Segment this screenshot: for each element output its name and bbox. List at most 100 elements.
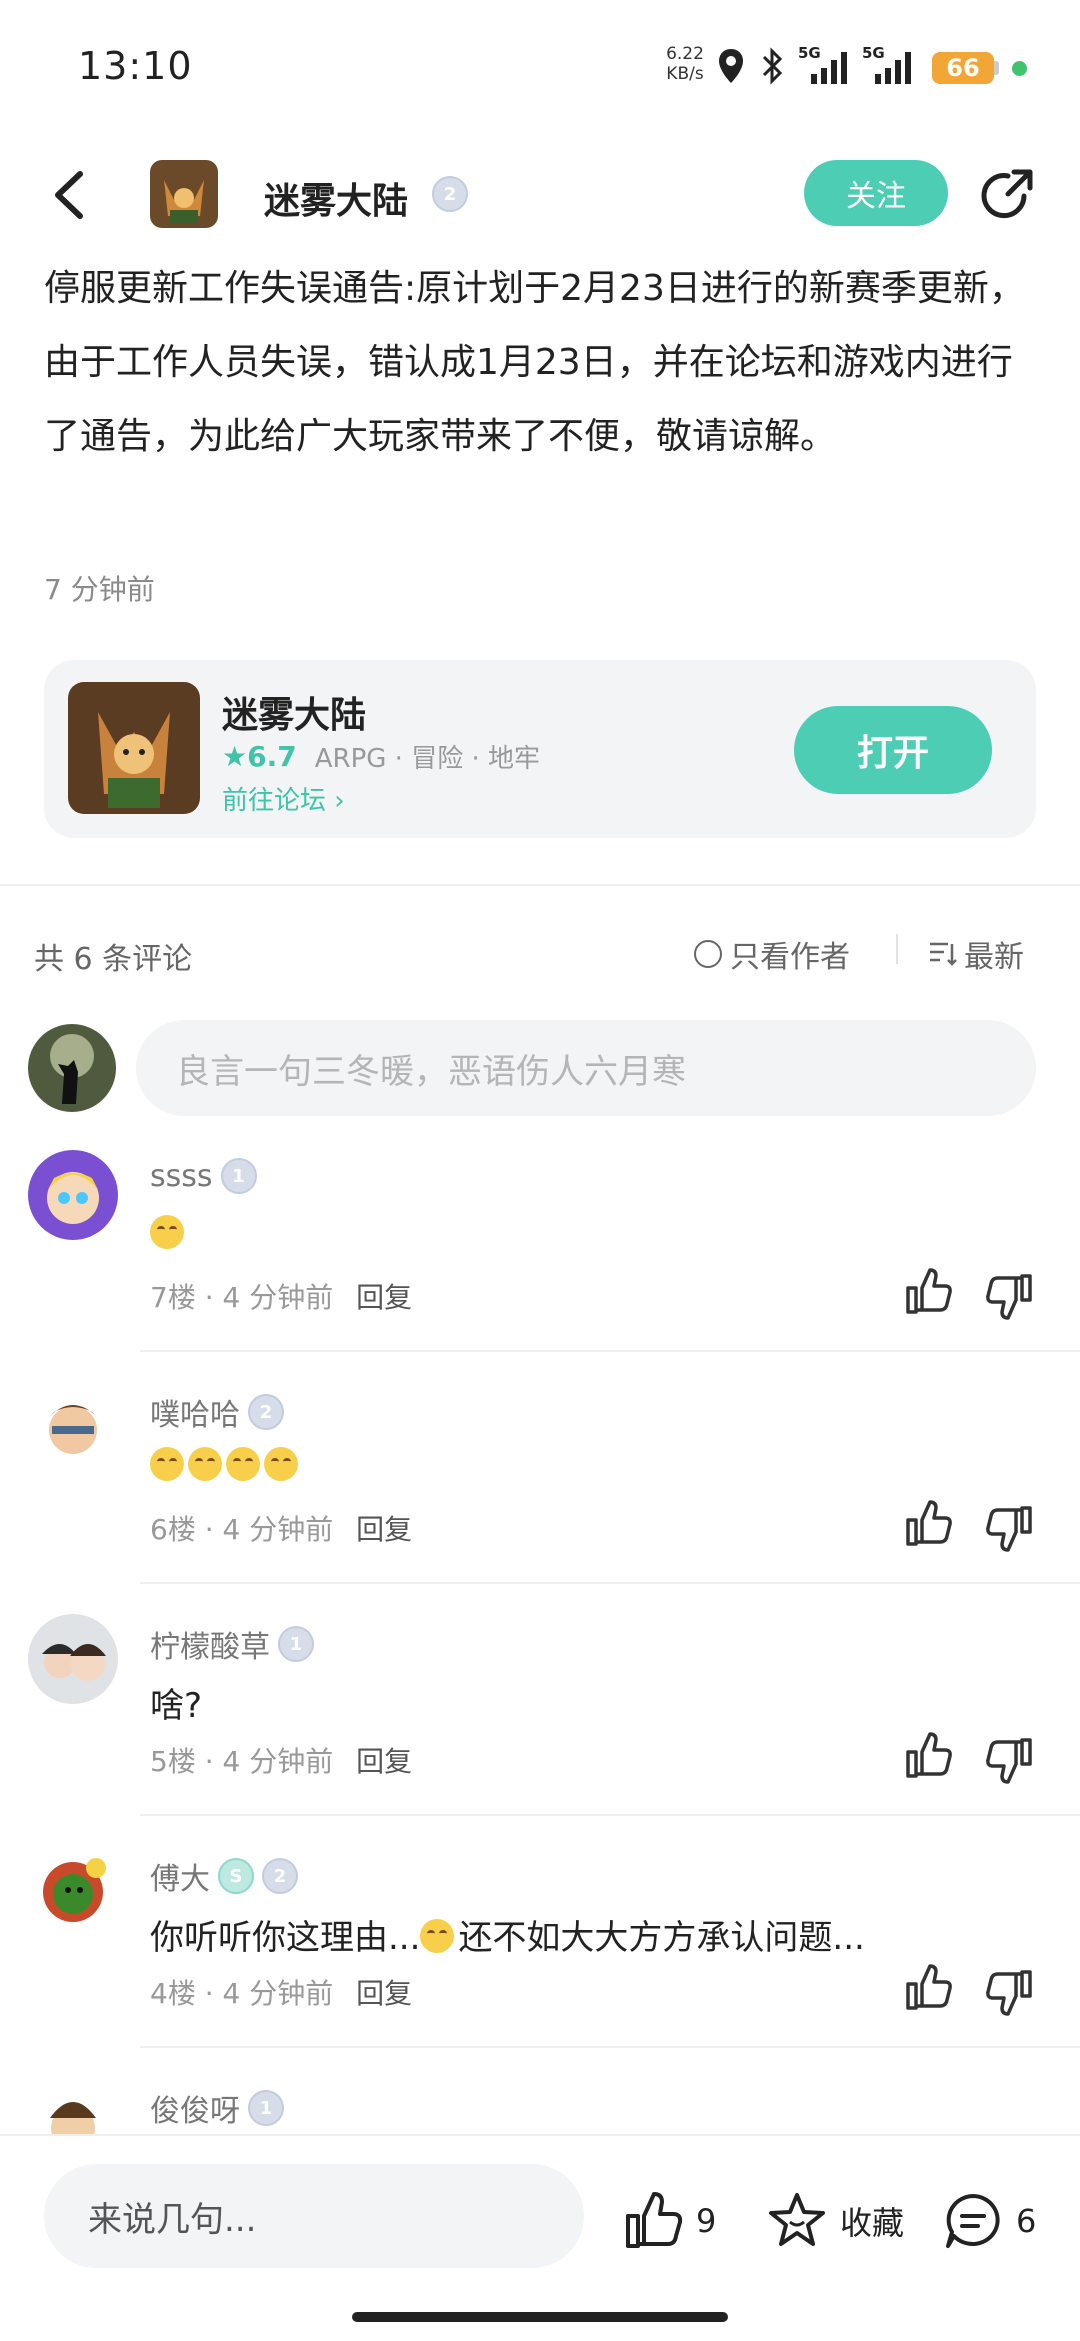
thumbs-down-icon [986, 1274, 1032, 1320]
chevron-left-icon [55, 171, 83, 219]
battery-tip [994, 61, 999, 75]
author-name[interactable]: 迷雾大陆 [264, 172, 408, 224]
dislike-button[interactable] [984, 1502, 1036, 1554]
game-title: 迷雾大陆 [222, 695, 367, 736]
comment-divider [140, 1582, 1080, 1584]
comment-avatar[interactable] [28, 1382, 118, 1472]
comment-avatar[interactable] [28, 1846, 118, 1936]
like-button[interactable] [902, 1498, 954, 1550]
level-badge: 2 [432, 176, 468, 212]
comment-floor: 7楼 [150, 1281, 196, 1314]
chevron-right-icon: › [334, 786, 345, 816]
comment-body: 啥? [150, 1686, 203, 1726]
comment-avatar[interactable] [28, 1150, 118, 1240]
like-button[interactable] [902, 1266, 954, 1318]
net-speed: 6.22 KB/s [660, 44, 710, 84]
comment-meta: 4楼 · 4 分钟前 回复 [150, 1977, 413, 2010]
comment-icon [946, 2194, 1000, 2248]
say-something-input[interactable]: 来说几句... [44, 2164, 584, 2268]
thumbs-up-icon [906, 1964, 952, 2010]
reply-button[interactable]: 回复 [356, 1745, 412, 1778]
level-number: 1 [232, 1165, 245, 1187]
comment-time: 4 分钟前 [222, 1745, 334, 1778]
dislike-button[interactable] [984, 1270, 1036, 1322]
dislike-button[interactable] [984, 1734, 1036, 1786]
net-speed-value: 6.22 [666, 44, 704, 64]
favorite-button[interactable]: 收藏 [766, 2190, 904, 2252]
thumbs-up-icon [906, 1732, 952, 1778]
smile-emoji-icon [264, 1447, 298, 1481]
game-tags: ARPG · 冒险 · 地牢 [314, 744, 540, 774]
comment-body [150, 1446, 302, 1486]
comment-author-name: 柠檬酸草 [150, 1630, 270, 1665]
level-badge: 1 [278, 1626, 314, 1662]
author-avatar[interactable] [150, 160, 218, 228]
battery-indicator: 66 [932, 52, 994, 84]
radio-icon [694, 940, 722, 968]
like-button[interactable] [902, 1730, 954, 1782]
comment-body: 你听听你这理由... 还不如大大方方承认问题... [150, 1910, 865, 1959]
smile-emoji-icon [226, 1447, 260, 1481]
bluetooth-icon [758, 44, 788, 88]
comment-author[interactable]: 柠檬酸草 1 [150, 1622, 314, 1666]
like-button[interactable] [902, 1962, 954, 2014]
like-post-button[interactable]: 9 [622, 2190, 716, 2252]
level-number: 1 [289, 1633, 303, 1655]
share-button[interactable] [978, 166, 1036, 224]
comment-meta: 7楼 · 4 分钟前 回复 [150, 1281, 413, 1314]
sort-button[interactable]: 最新 [928, 932, 1024, 976]
level-badge: 2 [262, 1858, 298, 1894]
comment-author[interactable]: 俊俊呀 1 [150, 2086, 284, 2130]
comment-author-name: ssss [150, 1158, 213, 1194]
header-separator [896, 934, 898, 964]
comment-divider [140, 2046, 1080, 2048]
back-button[interactable] [50, 170, 90, 220]
comment-author-name: 俊俊呀 [150, 2094, 240, 2129]
comment-author-name: 傅大 [150, 1862, 210, 1897]
smile-emoji-icon [150, 1215, 184, 1249]
game-rating: ★6.7 [222, 740, 297, 773]
comment-count: 共 6 条评论 [34, 942, 193, 977]
comment-avatar[interactable] [28, 2078, 118, 2134]
comment-input[interactable]: 良言一句三冬暖，恶语伤人六月寒 [136, 1020, 1036, 1116]
reply-button[interactable]: 回复 [356, 1513, 412, 1546]
level-number: 1 [259, 2097, 273, 2119]
dislike-button[interactable] [984, 1966, 1036, 2018]
follow-button[interactable]: 关注 [804, 160, 948, 226]
comment-time: 4 分钟前 [222, 1977, 334, 2010]
reply-button[interactable]: 回复 [356, 1977, 412, 2010]
comment-body [150, 1214, 188, 1254]
signal-5g-2-icon: 5G [860, 44, 920, 88]
game-icon [68, 682, 200, 814]
comment-total: 6 [1016, 2202, 1037, 2240]
level-badge: 2 [248, 1394, 284, 1430]
comment-author[interactable]: 傅大 S 2 [150, 1854, 298, 1898]
star-icon [769, 2193, 825, 2246]
sort-icon [930, 942, 957, 966]
status-time: 13:10 [78, 44, 193, 88]
comments-button[interactable]: 6 [942, 2190, 1036, 2252]
post-time: 7 分钟前 [44, 573, 155, 606]
level-badge: 1 [220, 1158, 257, 1194]
reply-button[interactable]: 回复 [356, 1281, 412, 1314]
only-author-toggle[interactable]: 只看作者 [694, 932, 850, 976]
my-avatar [28, 1024, 116, 1112]
forum-link[interactable]: 前往论坛 › [222, 780, 345, 817]
smirk-emoji-icon [420, 1919, 455, 1953]
comment-author[interactable]: ssss 1 [150, 1158, 257, 1194]
smile-emoji-icon [150, 1447, 184, 1481]
comment-meta: 5楼 · 4 分钟前 回复 [150, 1745, 413, 1778]
signal-5g-icon: 5G [796, 44, 854, 88]
open-game-button[interactable]: 打开 [794, 706, 992, 794]
level-badge: 1 [248, 2090, 284, 2126]
like-count: 9 [696, 2202, 717, 2240]
comment-author-name: 噗哈哈 [150, 1398, 240, 1433]
comment-author[interactable]: 噗哈哈 2 [150, 1390, 284, 1434]
status-dot [1012, 61, 1027, 76]
comment-text-part2: 还不如大大方方承认问题... [458, 1918, 865, 1958]
comment-floor: 6楼 [150, 1513, 196, 1546]
home-indicator[interactable] [352, 2312, 728, 2322]
thumbs-up-icon [906, 1500, 952, 1546]
comment-avatar[interactable] [28, 1614, 118, 1704]
thumbs-down-icon [986, 1970, 1032, 2016]
